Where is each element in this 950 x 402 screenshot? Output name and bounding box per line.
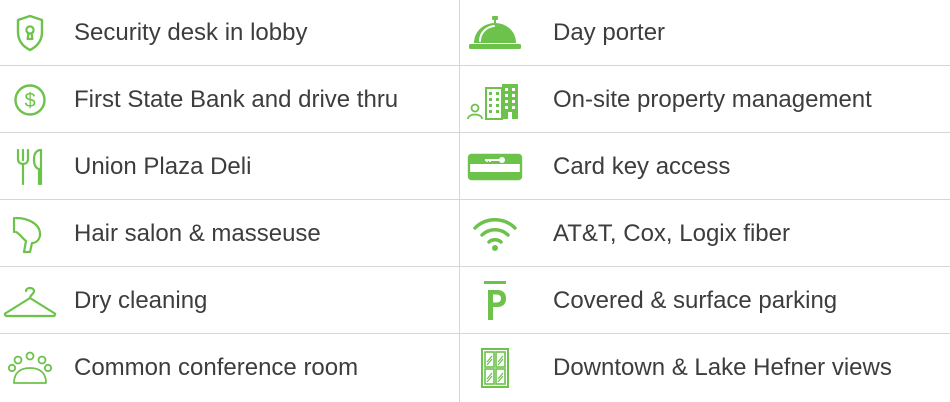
- amenity-label: Downtown & Lake Hefner views: [553, 354, 892, 381]
- amenity-label: Hair salon & masseuse: [74, 219, 321, 247]
- hanger-icon: [2, 277, 58, 325]
- amenities-right-column: Day porter On-site property management C…: [460, 0, 950, 402]
- amenity-item: Security desk in lobby: [0, 0, 459, 66]
- conference-table-icon: [2, 344, 58, 392]
- amenity-item: Hair salon & masseuse: [0, 201, 459, 267]
- parking-icon: [464, 277, 526, 325]
- amenity-label: On-site property management: [553, 85, 872, 113]
- amenity-item: Covered & surface parking: [460, 268, 950, 334]
- key-card-icon: [464, 143, 526, 191]
- service-bell-icon: [464, 9, 526, 57]
- amenities-left-column: Security desk in lobby $ First State Ban…: [0, 0, 459, 402]
- amenity-item: $ First State Bank and drive thru: [0, 67, 459, 133]
- amenity-item: Dry cleaning: [0, 268, 459, 334]
- amenity-item: On-site property management: [460, 67, 950, 133]
- amenity-item: Card key access: [460, 134, 950, 200]
- amenity-label: Union Plaza Deli: [74, 152, 252, 180]
- amenities-grid: Security desk in lobby $ First State Ban…: [0, 0, 950, 402]
- amenity-item: Common conference room: [0, 335, 459, 401]
- amenity-item: Downtown & Lake Hefner views: [460, 335, 950, 401]
- amenity-label: Day porter: [553, 18, 666, 46]
- amenity-item: Day porter: [460, 0, 950, 66]
- amenity-label: Common conference room: [74, 354, 359, 381]
- svg-text:$: $: [24, 90, 35, 112]
- hair-dryer-icon: [2, 210, 58, 258]
- amenity-label: Dry cleaning: [74, 286, 208, 314]
- amenity-item: Union Plaza Deli: [0, 134, 459, 200]
- amenity-item: AT&T, Cox, Logix fiber: [460, 201, 950, 267]
- amenity-label: Card key access: [553, 152, 731, 180]
- amenity-label: AT&T, Cox, Logix fiber: [553, 219, 790, 247]
- person-building-icon: [464, 76, 526, 124]
- wifi-icon: [464, 210, 526, 258]
- amenity-label: First State Bank and drive thru: [74, 85, 399, 113]
- shield-keyhole-icon: [2, 9, 58, 57]
- dollar-circle-icon: $: [2, 76, 58, 124]
- amenity-label: Security desk in lobby: [74, 18, 308, 46]
- fork-knife-icon: [2, 143, 58, 191]
- window-icon: [464, 344, 526, 392]
- amenity-label: Covered & surface parking: [553, 286, 838, 314]
